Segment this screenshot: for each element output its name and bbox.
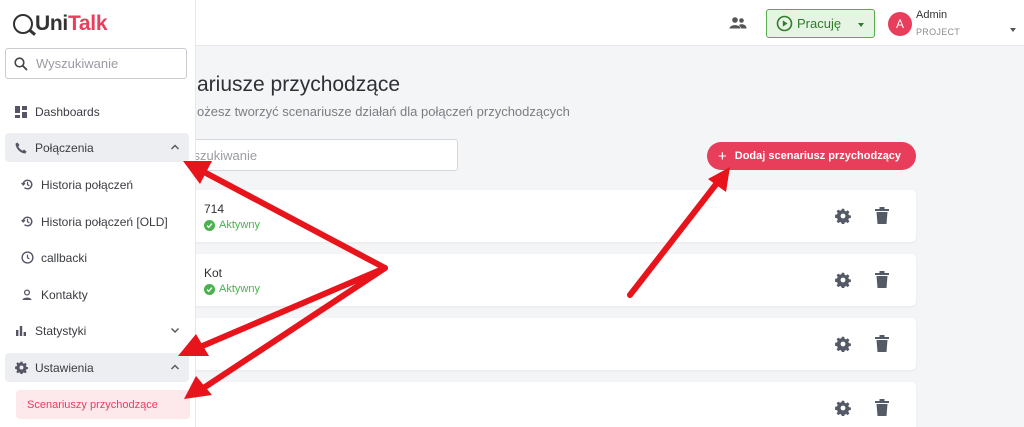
sidebar-item-label: Scenariuszy przychodzące [27,398,158,411]
search-icon [14,56,28,71]
sidebar-item-historia[interactable]: Historia połączeń [5,170,189,199]
chevron-down-icon[interactable] [170,325,180,335]
page-title: ariusze przychodzące [197,73,401,96]
user-role: PROJECT [916,27,961,37]
user-name: Admin [916,9,948,21]
scenario-status-label: Aktywny [219,283,260,295]
top-bar: Pracuję A Admin PROJECT [196,0,1024,46]
sidebar-search-input[interactable] [36,56,176,71]
scenario-name: 714 [204,202,225,216]
scenario-card[interactable] [170,318,916,370]
gear-icon [14,361,28,375]
gear-icon[interactable] [835,272,851,288]
sidebar-item-label: callbacki [41,250,88,265]
people-icon[interactable] [728,13,748,33]
user-menu-caret-icon[interactable] [1010,28,1016,32]
scenario-status-label: Aktywny [219,219,260,231]
sidebar-item-historia-old[interactable]: Historia połączeń [OLD] [5,207,189,236]
scenario-card[interactable] [170,382,916,427]
sidebar-item-label: Dashboards [35,104,100,119]
sidebar: UniTalk Dashboards Połączenia Historia p… [0,0,196,427]
logo-accent: Talk [67,12,108,35]
scenario-name: Kot [204,266,223,280]
logo-prefix: Uni [35,12,68,35]
sidebar-item-kontakty[interactable]: Kontakty [5,280,189,309]
sidebar-item-label: Historia połączeń [OLD] [41,214,168,229]
avatar[interactable]: A [888,12,912,36]
clock-icon [20,251,34,265]
arrowhead [708,167,730,192]
scenario-status: Aktywny [204,219,260,231]
scenario-status: Aktywny [204,283,260,295]
sidebar-item-callbacki[interactable]: callbacki [5,243,189,272]
bar-chart-icon [14,324,28,338]
status-dropdown[interactable]: Pracuję [766,9,875,38]
gear-icon[interactable] [835,400,851,416]
add-scenario-button[interactable]: + Dodaj scenariusz przychodzący [707,142,916,170]
trash-icon[interactable] [875,271,889,288]
check-circle-icon [204,283,215,295]
trash-icon[interactable] [875,399,889,416]
caret-down-icon [858,23,864,27]
chevron-up-icon[interactable] [170,362,180,372]
gear-icon[interactable] [835,336,851,352]
history-icon [20,178,34,192]
chevron-up-icon[interactable] [170,142,180,152]
sidebar-item-label: Kontakty [41,287,88,302]
gear-icon[interactable] [835,208,851,224]
logo-icon [13,14,33,34]
sidebar-item-label: Połączenia [35,140,94,155]
play-circle-icon [776,15,793,32]
dashboard-icon [14,105,28,119]
trash-icon[interactable] [875,335,889,352]
sidebar-item-dashboards[interactable]: Dashboards [5,97,189,126]
phone-icon [14,141,28,155]
sidebar-search[interactable] [5,48,187,79]
sidebar-item-ustawienia[interactable]: Ustawienia [5,353,189,382]
add-scenario-label: Dodaj scenariusz przychodzący [734,150,902,162]
scenario-search[interactable] [170,139,458,171]
check-circle-icon [204,219,215,231]
sidebar-item-scenariusze[interactable]: Scenariuszy przychodzące [16,390,190,419]
person-icon [20,288,34,302]
sidebar-item-label: Historia połączeń [41,177,134,192]
sidebar-item-label: Ustawienia [35,360,94,375]
trash-icon[interactable] [875,207,889,224]
sidebar-item-label: Statystyki [35,323,87,338]
scenario-search-input[interactable] [171,140,431,170]
history-icon [20,215,34,229]
page-description: ożesz tworzyć scenariusze działań dla po… [197,104,570,119]
sidebar-item-polaczenia[interactable]: Połączenia [5,133,189,162]
sidebar-item-statystyki[interactable]: Statystyki [5,316,189,345]
scenario-card[interactable]: 714 Aktywny [170,190,916,242]
logo[interactable]: Uni Talk [13,12,108,36]
status-label: Pracuję [797,16,842,31]
plus-icon: + [718,147,727,165]
scenario-card[interactable]: Kot Aktywny [170,254,916,306]
